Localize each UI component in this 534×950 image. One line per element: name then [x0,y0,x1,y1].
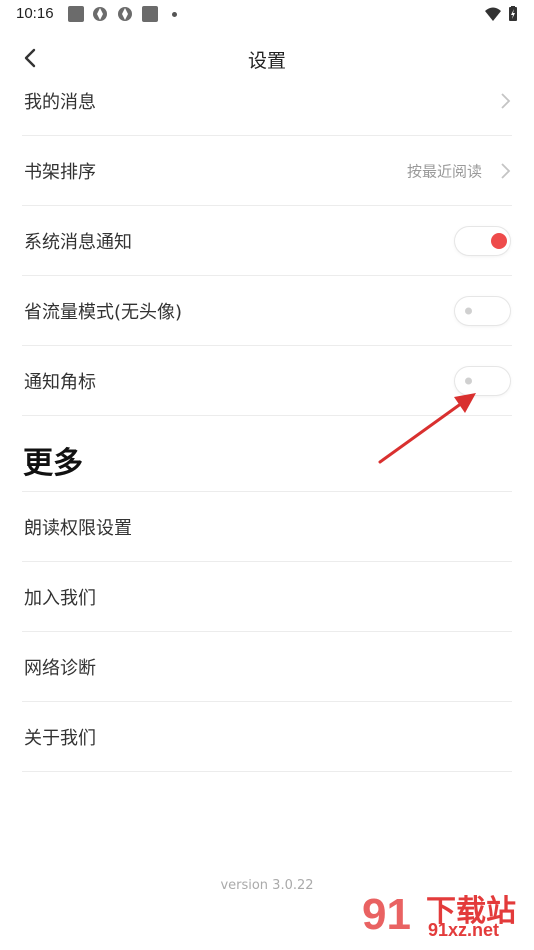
row-label: 系统消息通知 [24,231,132,253]
data-saver-toggle[interactable] [455,296,510,325]
row-label: 省流量模式(无头像) [24,301,183,323]
row-label: 关于我们 [24,727,96,749]
app-notification-icon [118,7,132,21]
watermark-number: 91 [362,890,411,939]
row-label: 书架排序 [24,161,96,183]
more-list: 朗读权限设置 加入我们 网络诊断 关于我们 [22,492,512,772]
status-bar: 10:16 [0,0,534,28]
list-item-join-us[interactable]: 加入我们 [22,562,512,632]
row-label: 我的消息 [24,91,96,113]
toggle-knob [491,232,507,249]
toggle-knob [465,307,472,314]
watermark-site: 91xz.net [428,920,500,940]
list-item-read-aloud-permission[interactable]: 朗读权限设置 [22,492,512,562]
notification-square-icon [142,6,158,22]
wifi-icon [485,7,501,21]
row-label: 网络诊断 [24,657,96,679]
list-item-about-us[interactable]: 关于我们 [22,702,512,772]
settings-row-system-notification: 系统消息通知 [22,206,512,276]
section-title-more: 更多 [23,446,83,481]
system-notification-toggle[interactable] [455,226,510,255]
settings-list: 我的消息 书架排序 按最近阅读 系统消息通知 省流量模式(无头像) 通知角标 [22,66,512,416]
annotation-arrow-icon [378,393,476,464]
notification-square-icon [68,6,84,22]
settings-row-data-saver: 省流量模式(无头像) [22,276,512,346]
toggle-knob [465,377,472,384]
more-notifications-dot [172,12,177,17]
app-notification-icon [93,7,107,21]
watermark-logo: 91 下载站 91xz.net [360,886,530,946]
chevron-right-icon [501,92,511,109]
chevron-right-icon [501,162,511,179]
row-label: 朗读权限设置 [24,517,132,539]
battery-charging-icon [509,6,517,21]
status-time: 10:16 [16,5,54,22]
list-item-network-diagnosis[interactable]: 网络诊断 [22,632,512,702]
row-label: 通知角标 [24,371,96,393]
settings-row-shelf-sort[interactable]: 书架排序 按最近阅读 [22,136,512,206]
row-value: 按最近阅读 [406,162,482,180]
row-label: 加入我们 [24,587,96,609]
settings-row-messages[interactable]: 我的消息 [22,66,512,136]
